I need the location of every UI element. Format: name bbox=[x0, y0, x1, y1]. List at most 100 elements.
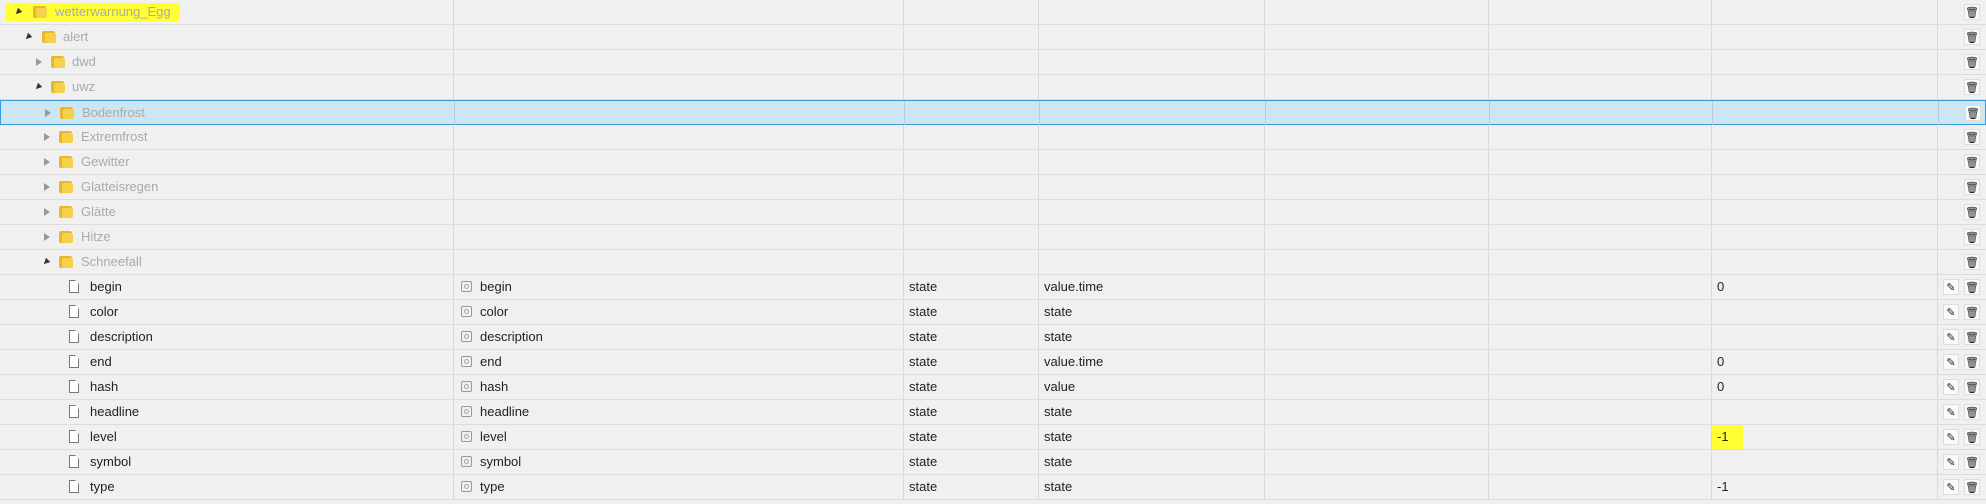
expand-toggle-icon[interactable] bbox=[36, 58, 42, 66]
state-value[interactable]: 0 bbox=[1717, 279, 1724, 294]
object-tree: wetterwarnung_Egg 🗑 alert 🗑 dwd 🗑 uwz 🗑 … bbox=[0, 0, 1986, 504]
trash-icon[interactable]: 🗑 bbox=[1964, 279, 1980, 295]
tree-row-folder[interactable]: alert 🗑 bbox=[0, 25, 1986, 50]
state-object-icon bbox=[461, 481, 472, 492]
pencil-icon[interactable]: ✎ bbox=[1943, 429, 1959, 445]
state-name: headline bbox=[480, 404, 530, 419]
state-object-icon bbox=[461, 381, 472, 392]
trash-icon[interactable]: 🗑 bbox=[1964, 479, 1980, 495]
expand-toggle-icon[interactable] bbox=[44, 183, 50, 191]
trash-icon[interactable]: 🗑 bbox=[1964, 404, 1980, 420]
state-role: state bbox=[1039, 475, 1265, 499]
folder-label: Glatteisregen bbox=[81, 179, 159, 194]
tree-row-root[interactable]: wetterwarnung_Egg 🗑 bbox=[0, 0, 1986, 25]
trash-icon[interactable]: 🗑 bbox=[1964, 229, 1980, 245]
trash-icon[interactable]: 🗑 bbox=[1964, 79, 1980, 95]
state-name: level bbox=[480, 429, 507, 444]
tree-row-folder[interactable]: dwd 🗑 bbox=[0, 50, 1986, 75]
pencil-icon[interactable]: ✎ bbox=[1943, 454, 1959, 470]
state-name: begin bbox=[480, 279, 512, 294]
expand-toggle-icon[interactable] bbox=[44, 208, 50, 216]
file-icon bbox=[69, 405, 79, 418]
state-id: color bbox=[90, 304, 119, 319]
trash-icon[interactable]: 🗑 bbox=[1964, 129, 1980, 145]
tree-row-folder[interactable]: Hitze 🗑 bbox=[0, 225, 1986, 250]
state-type: state bbox=[904, 325, 1039, 349]
pencil-icon[interactable]: ✎ bbox=[1943, 404, 1959, 420]
folder-label: Gewitter bbox=[81, 154, 130, 169]
tree-row-folder[interactable]: uwz 🗑 bbox=[0, 75, 1986, 100]
state-role: state bbox=[1039, 325, 1265, 349]
trash-icon[interactable]: 🗑 bbox=[1964, 4, 1980, 20]
pencil-icon[interactable]: ✎ bbox=[1943, 329, 1959, 345]
state-object-icon bbox=[461, 456, 472, 467]
file-icon bbox=[69, 455, 79, 468]
trash-icon[interactable]: 🗑 bbox=[1964, 29, 1980, 45]
folder-label: Glätte bbox=[81, 204, 116, 219]
expand-toggle-icon[interactable] bbox=[44, 233, 50, 241]
tree-row-state[interactable]: end end state value.time 0 ✎ 🗑 bbox=[0, 350, 1986, 375]
expand-toggle-icon[interactable] bbox=[41, 257, 51, 267]
trash-icon[interactable]: 🗑 bbox=[1964, 454, 1980, 470]
expand-toggle-icon[interactable] bbox=[44, 133, 50, 141]
tree-row-folder[interactable]: Extremfrost 🗑 bbox=[0, 125, 1986, 150]
state-id: level bbox=[90, 429, 117, 444]
state-role: state bbox=[1039, 400, 1265, 424]
tree-row-folder[interactable]: Gewitter 🗑 bbox=[0, 150, 1986, 175]
trash-icon[interactable]: 🗑 bbox=[1964, 379, 1980, 395]
state-value[interactable]: 0 bbox=[1717, 379, 1724, 394]
state-type: state bbox=[904, 350, 1039, 374]
file-icon bbox=[69, 280, 79, 293]
tree-row-folder[interactable]: Glatteisregen 🗑 bbox=[0, 175, 1986, 200]
tree-row-state[interactable]: begin begin state value.time 0 ✎ 🗑 bbox=[0, 275, 1986, 300]
state-value[interactable]: -1 bbox=[1717, 479, 1729, 494]
tree-row-state[interactable]: hash hash state value 0 ✎ 🗑 bbox=[0, 375, 1986, 400]
expand-toggle-icon[interactable] bbox=[23, 32, 33, 42]
tree-row-state[interactable]: level level state state -1 ✎ 🗑 bbox=[0, 425, 1986, 450]
state-value[interactable]: 0 bbox=[1717, 354, 1724, 369]
trash-icon[interactable]: 🗑 bbox=[1964, 179, 1980, 195]
state-id: begin bbox=[90, 279, 122, 294]
folder-icon bbox=[59, 230, 73, 243]
trash-icon[interactable]: 🗑 bbox=[1964, 429, 1980, 445]
state-type: state bbox=[904, 300, 1039, 324]
state-id: type bbox=[90, 479, 115, 494]
expand-toggle-icon[interactable] bbox=[45, 109, 51, 117]
folder-icon bbox=[59, 155, 73, 168]
trash-icon[interactable]: 🗑 bbox=[1964, 304, 1980, 320]
tree-row-state[interactable]: color color state state ✎ 🗑 bbox=[0, 300, 1986, 325]
pencil-icon[interactable]: ✎ bbox=[1943, 304, 1959, 320]
pencil-icon[interactable]: ✎ bbox=[1943, 354, 1959, 370]
file-icon bbox=[69, 330, 79, 343]
tree-row-state[interactable]: description description state state ✎ 🗑 bbox=[0, 325, 1986, 350]
state-id: headline bbox=[90, 404, 140, 419]
state-type: state bbox=[904, 475, 1039, 499]
pencil-icon[interactable]: ✎ bbox=[1943, 479, 1959, 495]
state-object-icon bbox=[461, 406, 472, 417]
trash-icon[interactable]: 🗑 bbox=[1964, 354, 1980, 370]
trash-icon[interactable]: 🗑 bbox=[1965, 105, 1981, 121]
tree-row-state[interactable]: type type state state -1 ✎ 🗑 bbox=[0, 475, 1986, 500]
folder-icon bbox=[59, 180, 73, 193]
file-icon bbox=[69, 480, 79, 493]
trash-icon[interactable]: 🗑 bbox=[1964, 254, 1980, 270]
tree-row-folder[interactable]: Glätte 🗑 bbox=[0, 200, 1986, 225]
state-object-icon bbox=[461, 431, 472, 442]
trash-icon[interactable]: 🗑 bbox=[1964, 54, 1980, 70]
state-value[interactable]: -1 bbox=[1712, 425, 1743, 449]
trash-icon[interactable]: 🗑 bbox=[1964, 204, 1980, 220]
file-icon bbox=[69, 355, 79, 368]
trash-icon[interactable]: 🗑 bbox=[1964, 329, 1980, 345]
tree-row-state[interactable]: headline headline state state ✎ 🗑 bbox=[0, 400, 1986, 425]
tree-row-folder-selected[interactable]: Bodenfrost 🗑 bbox=[0, 100, 1986, 125]
file-icon bbox=[69, 430, 79, 443]
tree-row-state[interactable]: symbol symbol state state ✎ 🗑 bbox=[0, 450, 1986, 475]
tree-row-folder[interactable]: Schneefall 🗑 bbox=[0, 250, 1986, 275]
expand-toggle-icon[interactable] bbox=[33, 82, 43, 92]
pencil-icon[interactable]: ✎ bbox=[1943, 279, 1959, 295]
expand-toggle-icon[interactable] bbox=[44, 158, 50, 166]
pencil-icon[interactable]: ✎ bbox=[1943, 379, 1959, 395]
trash-icon[interactable]: 🗑 bbox=[1964, 154, 1980, 170]
state-role: value.time bbox=[1039, 350, 1265, 374]
state-role: state bbox=[1039, 425, 1265, 449]
